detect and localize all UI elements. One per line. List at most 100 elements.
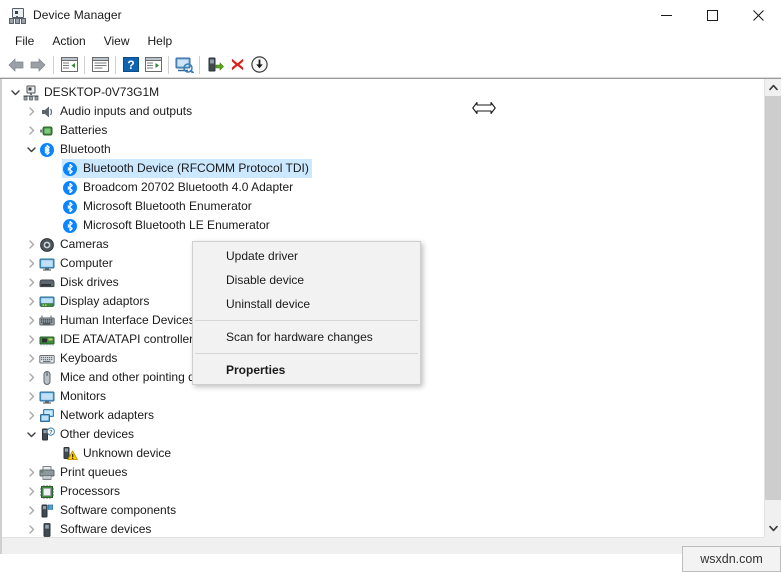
tree-item-label: Bluetooth xyxy=(60,142,111,156)
tree-item-label: Microsoft Bluetooth Enumerator xyxy=(83,199,252,213)
toolbar-disable-device-button[interactable] xyxy=(248,54,270,76)
context-update-driver[interactable]: Update driver xyxy=(193,244,420,268)
mouse-icon xyxy=(39,370,55,386)
svg-text:?: ? xyxy=(127,58,134,72)
toolbar-separator xyxy=(84,55,85,74)
device-manager-window: Device Manager File Action View Help ? D… xyxy=(0,0,781,572)
minimize-button[interactable] xyxy=(643,0,689,30)
tree-item-print-queues[interactable]: Print queues xyxy=(2,463,764,482)
toolbar-properties-button[interactable] xyxy=(89,54,111,76)
printer-icon xyxy=(39,465,55,481)
tree-item-label: DESKTOP-0V73G1M xyxy=(44,85,160,99)
network-adapter-icon xyxy=(39,408,55,424)
menu-help[interactable]: Help xyxy=(139,32,182,50)
minimize-icon xyxy=(660,14,672,16)
device-tree-pane-inner: DESKTOP-0V73G1M Audio inputs and outputs… xyxy=(0,79,781,554)
tree-item-bluetooth[interactable]: Bluetooth xyxy=(2,140,764,159)
tree-item-label: Monitors xyxy=(60,389,107,403)
toolbar-separator xyxy=(168,55,169,74)
menu-action[interactable]: Action xyxy=(43,32,94,50)
tree-item-network-adapters[interactable]: Network adapters xyxy=(2,406,764,425)
window-title: Device Manager xyxy=(33,8,122,22)
toolbar-back-button[interactable] xyxy=(5,54,27,76)
tree-item-audio-inputs-and-outputs[interactable]: Audio inputs and outputs xyxy=(2,102,764,121)
chevron-right-icon[interactable] xyxy=(24,235,39,254)
monitor-icon xyxy=(39,256,55,272)
disk-drive-icon xyxy=(39,275,55,291)
context-menu-separator xyxy=(195,353,418,354)
tree-item-label: Software components xyxy=(60,503,177,517)
chevron-right-icon[interactable] xyxy=(24,273,39,292)
chevron-down-icon[interactable] xyxy=(8,83,23,102)
chevron-right-icon[interactable] xyxy=(24,292,39,311)
tree-item-desktop[interactable]: DESKTOP-0V73G1M xyxy=(2,83,764,102)
tree-item-label: Print queues xyxy=(60,465,128,479)
vertical-scrollbar-thumb[interactable] xyxy=(765,96,781,500)
toolbar-show-hide-action-pane-button[interactable] xyxy=(142,54,164,76)
tree-item-processors[interactable]: Processors xyxy=(2,482,764,501)
computer-root-icon xyxy=(23,85,39,101)
chevron-right-icon[interactable] xyxy=(24,349,39,368)
chevron-right-icon[interactable] xyxy=(24,463,39,482)
chevron-right-icon[interactable] xyxy=(24,254,39,273)
menu-file[interactable]: File xyxy=(6,32,43,50)
chevron-right-icon[interactable] xyxy=(24,368,39,387)
scroll-down-button[interactable] xyxy=(765,520,781,537)
tree-item-label: Unknown device xyxy=(83,446,172,460)
toolbar-forward-button[interactable] xyxy=(27,54,49,76)
horizontal-scrollbar[interactable] xyxy=(2,537,781,554)
update-driver-icon xyxy=(208,57,224,71)
device-context-menu[interactable]: Update driver Disable device Uninstall d… xyxy=(192,241,421,385)
chevron-right-icon[interactable] xyxy=(24,311,39,330)
chevron-right-icon[interactable] xyxy=(24,482,39,501)
context-scan-for-hardware-changes[interactable]: Scan for hardware changes xyxy=(193,325,420,349)
tree-item-other-devices[interactable]: ? Other devices xyxy=(2,425,764,444)
vertical-scrollbar[interactable] xyxy=(764,79,781,537)
tree-item-unknown-device[interactable]: Unknown device xyxy=(2,444,764,463)
chevron-right-icon[interactable] xyxy=(24,387,39,406)
close-button[interactable] xyxy=(735,0,781,30)
chevron-right-icon[interactable] xyxy=(24,501,39,520)
battery-icon xyxy=(39,123,55,139)
toolbar-separator xyxy=(115,55,116,74)
tree-item-label: Microsoft Bluetooth LE Enumerator xyxy=(83,218,270,232)
other-device-icon: ? xyxy=(39,427,55,443)
help-icon: ? xyxy=(123,57,139,72)
context-disable-device[interactable]: Disable device xyxy=(193,268,420,292)
window-controls xyxy=(643,0,781,30)
tree-item-software-devices[interactable]: Software devices xyxy=(2,520,764,537)
toolbar: ? xyxy=(0,52,781,78)
tree-item-batteries[interactable]: Batteries xyxy=(2,121,764,140)
toolbar-help-button[interactable]: ? xyxy=(120,54,142,76)
tree-item-software-components[interactable]: Software components xyxy=(2,501,764,520)
scroll-up-button[interactable] xyxy=(765,79,781,96)
bluetooth-icon xyxy=(62,199,78,215)
chevron-down-icon[interactable] xyxy=(24,425,39,444)
tree-item-microsoft-bluetooth-le-enumerator[interactable]: Microsoft Bluetooth LE Enumerator xyxy=(2,216,764,235)
chevron-right-icon[interactable] xyxy=(24,520,39,537)
software-device-icon xyxy=(39,522,55,538)
maximize-button[interactable] xyxy=(689,0,735,30)
context-properties[interactable]: Properties xyxy=(193,358,420,382)
tree-item-label: Audio inputs and outputs xyxy=(60,104,193,118)
toolbar-update-driver-button[interactable] xyxy=(204,54,226,76)
tree-item-label: Other devices xyxy=(60,427,135,441)
tree-item-label: Bluetooth Device (RFCOMM Protocol TDI) xyxy=(83,161,309,175)
menu-view[interactable]: View xyxy=(95,32,139,50)
horizontal-resize-cursor xyxy=(472,101,496,115)
chevron-right-icon[interactable] xyxy=(24,121,39,140)
chevron-right-icon[interactable] xyxy=(24,102,39,121)
tree-item-broadcom-20702[interactable]: Broadcom 20702 Bluetooth 4.0 Adapter xyxy=(2,178,764,197)
toolbar-show-hide-console-tree-button[interactable] xyxy=(58,54,80,76)
tree-item-monitors[interactable]: Monitors xyxy=(2,387,764,406)
chevron-right-icon[interactable] xyxy=(24,406,39,425)
bluetooth-icon xyxy=(62,180,78,196)
keyboard-icon xyxy=(39,351,55,367)
toolbar-uninstall-device-button[interactable] xyxy=(226,54,248,76)
toolbar-scan-hardware-changes-button[interactable] xyxy=(173,54,195,76)
chevron-right-icon[interactable] xyxy=(24,330,39,349)
chevron-down-icon[interactable] xyxy=(24,140,39,159)
tree-item-microsoft-bluetooth-enumerator[interactable]: Microsoft Bluetooth Enumerator xyxy=(2,197,764,216)
tree-item-bluetooth-device-rfcomm[interactable]: Bluetooth Device (RFCOMM Protocol TDI) xyxy=(2,159,764,178)
context-uninstall-device[interactable]: Uninstall device xyxy=(193,292,420,316)
